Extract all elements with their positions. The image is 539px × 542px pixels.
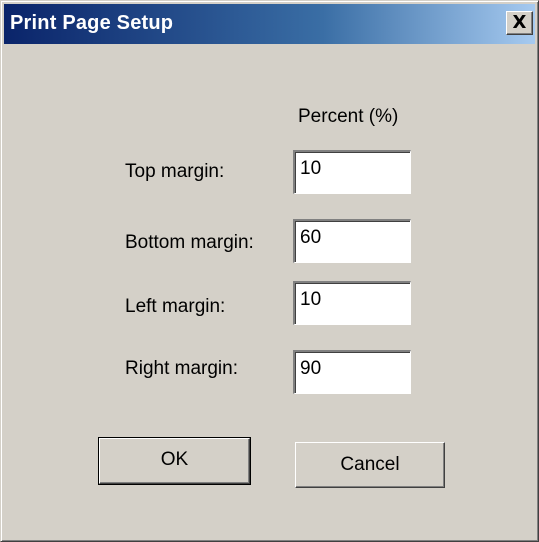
right-margin-field[interactable]: 90 [293, 350, 411, 394]
cancel-button[interactable]: Cancel [295, 442, 445, 488]
dialog-title: Print Page Setup [10, 12, 174, 34]
top-margin-label: Top margin: [125, 161, 225, 182]
bottom-margin-field[interactable]: 60 [293, 219, 411, 263]
right-margin-label: Right margin: [125, 358, 238, 379]
left-margin-field[interactable]: 10 [293, 281, 411, 325]
print-page-setup-dialog: Print Page Setup X Percent (%) Top margi… [0, 0, 539, 542]
close-button[interactable]: X [506, 11, 533, 35]
top-margin-field[interactable]: 10 [293, 150, 411, 194]
ok-button[interactable]: OK [98, 437, 251, 485]
bottom-margin-label: Bottom margin: [125, 232, 254, 253]
title-bar[interactable]: Print Page Setup X [4, 4, 535, 44]
left-margin-label: Left margin: [125, 296, 226, 317]
percent-column-header: Percent (%) [298, 106, 399, 127]
